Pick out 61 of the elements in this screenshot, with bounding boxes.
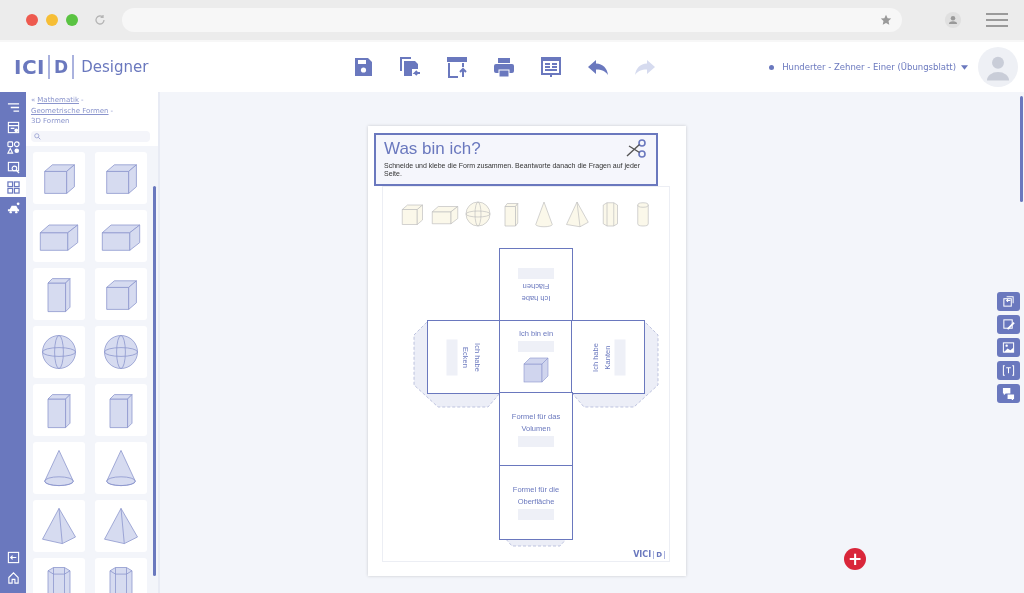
grid-icon: [6, 180, 20, 194]
shape-thumbnail[interactable]: [95, 441, 147, 494]
comment-icon: [1002, 387, 1015, 400]
worksheet-title: Was bin ich?: [384, 139, 481, 159]
search-field[interactable]: [31, 130, 150, 142]
image-button[interactable]: [997, 338, 1020, 357]
home-icon: [6, 570, 20, 584]
publish-icon: [445, 55, 469, 79]
print-icon: [492, 55, 516, 79]
product-name: Designer: [81, 58, 149, 76]
logo-mark: D: [48, 55, 75, 79]
image-icon: [1002, 341, 1015, 354]
present-icon: [539, 55, 563, 79]
star-icon[interactable]: [880, 14, 892, 26]
shape-thumbnail[interactable]: [33, 325, 85, 378]
user-avatar[interactable]: [978, 47, 1018, 87]
shape-thumbnail[interactable]: [95, 267, 147, 320]
save-as-icon: [398, 55, 422, 79]
add-button[interactable]: +: [844, 548, 866, 570]
menu-icon[interactable]: [986, 13, 1008, 27]
reload-icon[interactable]: [94, 14, 106, 26]
shape-thumbnail[interactable]: [95, 209, 147, 262]
scissors-icon: [624, 137, 648, 161]
edit-icon: [1002, 318, 1015, 331]
import-button[interactable]: [997, 292, 1020, 311]
shape-thumbnail[interactable]: [33, 499, 85, 552]
profile-icon[interactable]: [944, 11, 962, 29]
vehicle-icon: [6, 200, 20, 214]
templates-icon: [6, 120, 20, 134]
text-button[interactable]: [997, 361, 1020, 380]
shape-thumbnail[interactable]: [95, 383, 147, 436]
shape-thumbnail[interactable]: [95, 325, 147, 378]
document-title-dropdown[interactable]: Hunderter - Zehner - Einer (Übungsblatt): [782, 62, 968, 72]
caret-icon: [961, 64, 968, 70]
shape-thumbnail[interactable]: [95, 499, 147, 552]
shapes-icon: [6, 140, 20, 154]
window-control-dot[interactable]: [46, 14, 58, 26]
import-icon: [1002, 295, 1015, 308]
window-control-dot[interactable]: [26, 14, 38, 26]
grid-tab[interactable]: [0, 177, 26, 197]
status-dot: [769, 64, 775, 70]
cube-drawing: [521, 355, 551, 385]
shape-thumbnail[interactable]: [33, 151, 85, 204]
shape-thumbnail[interactable]: [33, 267, 85, 320]
search-page-icon: [6, 160, 20, 174]
footer-logo-text: VICI: [633, 550, 652, 559]
exit-icon: [6, 550, 20, 564]
shape-thumbnail[interactable]: [33, 441, 85, 494]
scrollbar[interactable]: [153, 185, 156, 576]
menu-icon: [6, 100, 20, 114]
shape-thumbnail[interactable]: [95, 151, 147, 204]
shape-thumbnail[interactable]: [33, 383, 85, 436]
search-icon: [34, 132, 41, 140]
scrollbar[interactable]: [1020, 96, 1023, 202]
sphere-drawing: [463, 199, 493, 229]
window-control-dot[interactable]: [66, 14, 78, 26]
shape-thumbnail[interactable]: [33, 209, 85, 262]
logo-text: ICI: [14, 55, 46, 79]
text-icon: [1002, 364, 1015, 377]
edit-button[interactable]: [997, 315, 1020, 334]
comment-button[interactable]: [997, 384, 1020, 403]
